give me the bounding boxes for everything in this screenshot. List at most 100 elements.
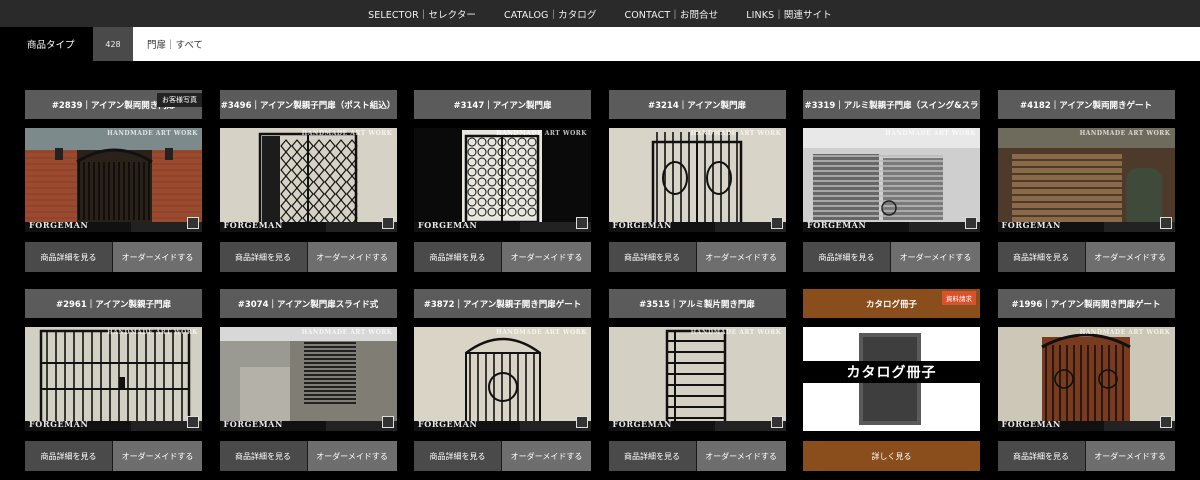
card-buttons: 商品詳細を見る オーダーメイドする: [414, 441, 591, 471]
detail-button[interactable]: 商品詳細を見る: [414, 242, 502, 272]
detail-button[interactable]: 商品詳細を見る: [414, 441, 502, 471]
order-button[interactable]: オーダーメイドする: [502, 441, 591, 471]
card-buttons: 商品詳細を見る オーダーメイドする: [219, 242, 397, 272]
product-title[interactable]: #1996｜アイアン製両開き門扉ゲート: [997, 289, 1175, 318]
gate-photo[interactable]: HANDMADE ART WORK FORGEMAN: [25, 327, 202, 431]
top-navigation: SELECTOR｜セレクター CATALOG｜カタログ CONTACT｜お問合せ…: [0, 0, 1200, 27]
watermark-top: HANDMADE ART WORK: [496, 130, 587, 137]
result-count: 428: [93, 27, 133, 61]
gate-photo[interactable]: HANDMADE ART WORK FORGEMAN: [803, 128, 980, 232]
watermark-bottom: FORGEMAN: [418, 419, 478, 429]
watermark-top: HANDMADE ART WORK: [107, 130, 198, 137]
product-card[interactable]: #3515｜アルミ製片開き門扉 HANDMADE ART WORK FORGEMAN…: [608, 289, 786, 471]
gate-photo[interactable]: HANDMADE ART WORK FORGEMAN: [608, 128, 786, 232]
detail-button[interactable]: 商品詳細を見る: [997, 242, 1086, 272]
gate-photo[interactable]: HANDMADE ART WORK FORGEMAN: [997, 128, 1175, 232]
watermark-top: HANDMADE ART WORK: [885, 130, 976, 137]
watermark-bottom: FORGEMAN: [418, 220, 478, 230]
nav-link-contact[interactable]: CONTACT｜お問合せ: [625, 7, 719, 21]
product-card[interactable]: #3074｜アイアン製門扉スライド式 HANDMADE ART WORK FORGE…: [219, 289, 397, 471]
watermark-bottom: FORGEMAN: [612, 220, 672, 230]
gate-photo[interactable]: HANDMADE ART WORK FORGEMAN: [414, 327, 591, 431]
card-buttons: 商品詳細を見る オーダーメイドする: [219, 441, 397, 471]
gate-photo[interactable]: HANDMADE ART WORK FORGEMAN: [608, 327, 786, 431]
logo-icon: [187, 217, 199, 229]
product-card[interactable]: #1996｜アイアン製両開き門扉ゲート HANDMADE ART WORK FORG…: [997, 289, 1175, 471]
card-buttons: 商品詳細を見る オーダーメイドする: [25, 441, 202, 471]
catalog-image[interactable]: カタログ冊子: [803, 327, 980, 431]
product-title[interactable]: #3147｜アイアン製門扉: [414, 90, 591, 119]
product-card[interactable]: #4182｜アイアン製両開きゲート HANDMADE ART WORK FORGEM…: [997, 90, 1175, 272]
detail-button[interactable]: 商品詳細を見る: [219, 242, 308, 272]
card-buttons: 商品詳細を見る オーダーメイドする: [997, 242, 1175, 272]
order-button[interactable]: オーダーメイドする: [113, 441, 202, 471]
product-title[interactable]: #3214｜アイアン製門扉: [608, 90, 786, 119]
logo-icon: [1159, 217, 1172, 229]
product-card[interactable]: #2961｜アイアン製親子門扉 HANDMADE ART WORK FORGEMAN…: [25, 289, 202, 471]
order-button[interactable]: オーダーメイドする: [502, 242, 591, 272]
product-card[interactable]: #3872｜アイアン製親子開き門扉ゲート HANDMADE ART WORK FOR…: [414, 289, 591, 471]
gate-photo[interactable]: HANDMADE ART WORK FORGEMAN: [219, 327, 397, 431]
product-type-label[interactable]: 商品タイプ: [0, 27, 93, 61]
product-title[interactable]: #4182｜アイアン製両開きゲート: [997, 90, 1175, 119]
product-title[interactable]: #3872｜アイアン製親子開き門扉ゲート: [414, 289, 591, 318]
watermark-top: HANDMADE ART WORK: [496, 329, 587, 336]
card-buttons: 商品詳細を見る オーダーメイドする: [608, 441, 786, 471]
watermark-top: HANDMADE ART WORK: [690, 329, 782, 336]
product-grid: #2839｜アイアン製両開き門扉 HANDMADE ART WORK FORGEMA…: [25, 90, 1175, 471]
current-category: 門扉｜すべて: [133, 27, 1200, 61]
watermark-top: HANDMADE ART WORK: [301, 329, 393, 336]
gate-photo[interactable]: HANDMADE ART WORK FORGEMAN: [25, 128, 202, 232]
nav-link-selector[interactable]: SELECTOR｜セレクター: [368, 7, 476, 21]
card-buttons: 商品詳細を見る オーダーメイドする: [414, 242, 591, 272]
watermark-bottom: FORGEMAN: [612, 419, 672, 429]
customer-photo-badge: お客様写真: [157, 93, 202, 107]
detail-button[interactable]: 商品詳細を見る: [608, 242, 697, 272]
watermark-top: HANDMADE ART WORK: [1079, 329, 1171, 336]
logo-icon: [381, 416, 394, 428]
detail-button[interactable]: 商品詳細を見る: [997, 441, 1086, 471]
order-button[interactable]: オーダーメイドする: [1085, 242, 1175, 272]
card-buttons: 商品詳細を見る オーダーメイドする: [803, 242, 980, 272]
nav-link-catalog[interactable]: CATALOG｜カタログ: [504, 7, 596, 21]
more-button[interactable]: 詳しく見る: [803, 441, 980, 471]
gate-photo[interactable]: HANDMADE ART WORK FORGEMAN: [219, 128, 397, 232]
logo-icon: [770, 217, 783, 229]
product-title[interactable]: #3074｜アイアン製門扉スライド式: [219, 289, 397, 318]
order-button[interactable]: オーダーメイドする: [891, 242, 980, 272]
order-button[interactable]: オーダーメイドする: [696, 242, 786, 272]
product-card[interactable]: カタログ冊子 カタログ冊子 資料請求 詳しく見る: [803, 289, 980, 471]
product-title[interactable]: #3319｜アルミ製親子門扉（スイング&スラ: [803, 90, 980, 119]
watermark-bottom: FORGEMAN: [807, 220, 867, 230]
watermark-bottom: FORGEMAN: [1001, 220, 1061, 230]
product-title[interactable]: #2961｜アイアン製親子門扉: [25, 289, 202, 318]
card-buttons: 商品詳細を見る オーダーメイドする: [997, 441, 1175, 471]
order-button[interactable]: オーダーメイドする: [307, 242, 397, 272]
detail-button[interactable]: 商品詳細を見る: [803, 242, 891, 272]
detail-button[interactable]: 商品詳細を見る: [25, 242, 113, 272]
request-badge: 資料請求: [942, 291, 976, 305]
detail-button[interactable]: 商品詳細を見る: [25, 441, 113, 471]
gate-photo[interactable]: HANDMADE ART WORK FORGEMAN: [414, 128, 591, 232]
order-button[interactable]: オーダーメイドする: [696, 441, 786, 471]
product-card[interactable]: #3147｜アイアン製門扉 HANDMADE ART WORK FORGEMAN 商品…: [414, 90, 591, 272]
logo-icon: [1159, 416, 1172, 428]
product-title[interactable]: #3496｜アイアン製親子門扉（ポスト組込）: [219, 90, 397, 119]
card-buttons: 詳しく見る: [803, 441, 980, 471]
logo-icon: [965, 217, 977, 229]
order-button[interactable]: オーダーメイドする: [113, 242, 202, 272]
watermark-top: HANDMADE ART WORK: [1079, 130, 1171, 137]
product-card[interactable]: #3319｜アルミ製親子門扉（スイング&スラ HANDMADE ART WORK F…: [803, 90, 980, 272]
order-button[interactable]: オーダーメイドする: [1085, 441, 1175, 471]
product-title[interactable]: #3515｜アルミ製片開き門扉: [608, 289, 786, 318]
product-card[interactable]: #3214｜アイアン製門扉 HANDMADE ART WORK FORGEMAN 商品…: [608, 90, 786, 272]
nav-link-links[interactable]: LINKS｜関連サイト: [746, 7, 832, 21]
gate-photo[interactable]: HANDMADE ART WORK FORGEMAN: [997, 327, 1175, 431]
product-card[interactable]: #2839｜アイアン製両開き門扉 HANDMADE ART WORK FORGEMA…: [25, 90, 202, 272]
detail-button[interactable]: 商品詳細を見る: [608, 441, 697, 471]
detail-button[interactable]: 商品詳細を見る: [219, 441, 308, 471]
order-button[interactable]: オーダーメイドする: [307, 441, 397, 471]
product-card[interactable]: #3496｜アイアン製親子門扉（ポスト組込） HANDMADE ART WORK F…: [219, 90, 397, 272]
watermark-top: HANDMADE ART WORK: [690, 130, 782, 137]
card-buttons: 商品詳細を見る オーダーメイドする: [608, 242, 786, 272]
